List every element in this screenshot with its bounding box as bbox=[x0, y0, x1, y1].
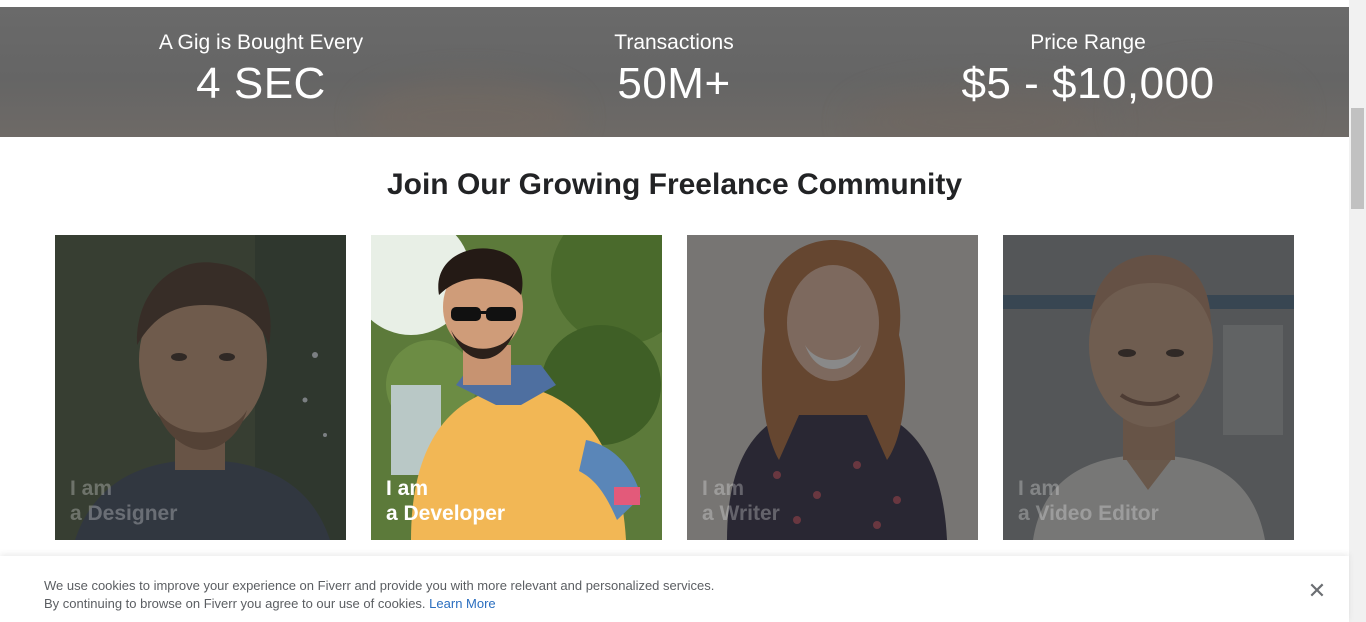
scrollbar-thumb[interactable] bbox=[1351, 108, 1364, 209]
card-caption-line1: I am bbox=[70, 477, 113, 500]
stats-band: A Gig is Bought Every 4 SEC Transactions… bbox=[0, 7, 1349, 137]
community-card-writer[interactable]: I am a Writer bbox=[687, 235, 978, 540]
learn-more-link[interactable]: Learn More bbox=[429, 596, 495, 611]
cookie-banner: We use cookies to improve your experienc… bbox=[0, 556, 1349, 622]
card-caption-line2: a Designer bbox=[70, 502, 178, 525]
cookie-message-line1: We use cookies to improve your experienc… bbox=[44, 578, 715, 593]
community-card-video-editor[interactable]: I am a Video Editor bbox=[1003, 235, 1294, 540]
card-caption-line1: I am bbox=[702, 477, 745, 500]
page-scrollbar[interactable] bbox=[1349, 0, 1366, 622]
stat-value: $5 - $10,000 bbox=[961, 59, 1215, 108]
page-top-edge bbox=[0, 0, 1349, 7]
community-card-designer[interactable]: I am a Designer bbox=[55, 235, 346, 540]
community-title: Join Our Growing Freelance Community bbox=[386, 168, 963, 201]
card-caption-line1: I am bbox=[386, 477, 429, 500]
card-caption: I am a Video Editor bbox=[1018, 476, 1159, 526]
cookie-message-line2-text: By continuing to browse on Fiverr you ag… bbox=[44, 596, 426, 611]
card-caption-line2: a Developer bbox=[386, 502, 506, 525]
stat-value: 50M+ bbox=[617, 59, 731, 108]
stat-label: A Gig is Bought Every bbox=[158, 31, 364, 54]
stat-label: Price Range bbox=[1030, 31, 1146, 54]
card-caption-line2: a Video Editor bbox=[1018, 502, 1159, 525]
card-caption-line1: I am bbox=[1018, 477, 1061, 500]
card-caption: I am a Developer bbox=[386, 476, 505, 526]
card-caption: I am a Writer bbox=[702, 476, 780, 526]
card-caption: I am a Designer bbox=[70, 476, 177, 526]
cookie-message: We use cookies to improve your experienc… bbox=[44, 577, 714, 613]
community-card-developer[interactable]: I am a Developer bbox=[371, 235, 662, 540]
stat-label: Transactions bbox=[614, 31, 734, 54]
cookie-message-line2: By continuing to browse on Fiverr you ag… bbox=[44, 595, 714, 613]
stat-value: 4 SEC bbox=[196, 59, 326, 108]
card-caption-line2: a Writer bbox=[702, 502, 780, 525]
close-icon[interactable]: ✕ bbox=[1305, 579, 1329, 603]
